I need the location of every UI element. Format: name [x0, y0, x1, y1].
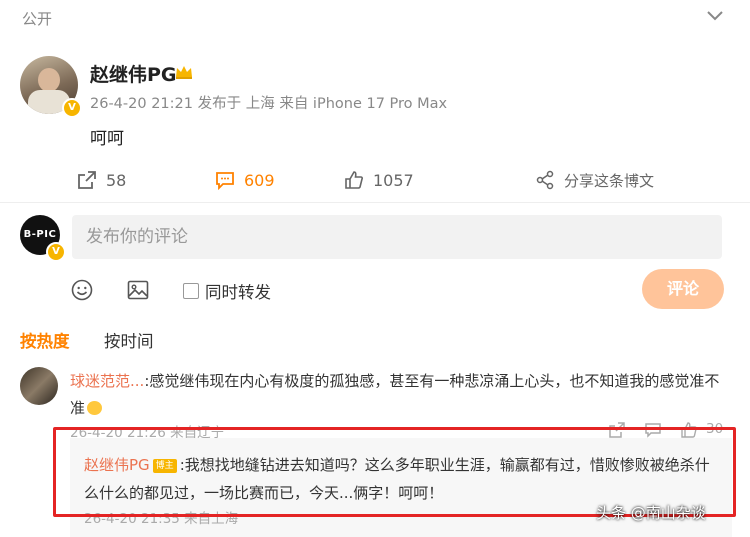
repost-button[interactable]: 58 — [76, 169, 126, 191]
verified-badge-icon: V — [46, 242, 66, 262]
repost-count: 58 — [106, 170, 127, 190]
comment-icon — [216, 172, 234, 191]
post-content: 呵呵 — [90, 129, 124, 149]
visibility-label: 公开 — [22, 10, 53, 28]
sweat-emoji-icon — [87, 401, 103, 415]
crown-icon — [176, 66, 192, 79]
emoji-icon[interactable] — [70, 278, 94, 302]
comment-text-block: 球迷范范...:感觉继伟现在内心有极度的孤独感，甚至有一种悲凉涌上心头，也不知道… — [70, 368, 730, 422]
comment-text: :感觉继伟现在内心有极度的孤独感，甚至有一种悲凉涌上心头，也不知道我的感觉准不准 — [70, 372, 720, 417]
chevron-down-icon[interactable] — [706, 10, 724, 22]
comment-input-box[interactable] — [72, 215, 722, 259]
repost-checkbox[interactable] — [183, 283, 199, 299]
image-icon[interactable] — [126, 278, 150, 302]
comment-button[interactable]: 609 — [214, 169, 275, 191]
post-meta: 26-4-20 21:21 发布于 上海 来自 iPhone 17 Pro Ma… — [90, 96, 448, 112]
repost-option-label: 同时转发 — [205, 283, 271, 302]
comment-input[interactable] — [72, 215, 722, 259]
sort-by-hot-tab[interactable]: 按热度 — [20, 328, 70, 352]
repost-checkbox-label[interactable]: 同时转发 — [183, 279, 271, 303]
sort-by-time-tab[interactable]: 按时间 — [104, 328, 154, 352]
submit-comment-button[interactable]: 评论 — [642, 269, 724, 309]
commenter-name[interactable]: 球迷范范... — [70, 372, 144, 390]
share-icon — [536, 170, 554, 190]
share-button[interactable]: 分享这条博文 — [534, 169, 654, 191]
like-count: 1057 — [373, 170, 414, 190]
comment-count: 609 — [244, 170, 275, 190]
share-label: 分享这条博文 — [564, 171, 655, 190]
divider — [0, 202, 750, 203]
author-name[interactable]: 赵继伟PG — [90, 60, 177, 87]
repost-icon — [78, 171, 96, 189]
watermark: 头条 @南山杂谈 — [596, 504, 706, 522]
verified-badge-icon: V — [62, 98, 82, 118]
like-button[interactable]: 1057 — [343, 169, 414, 191]
commenter-avatar[interactable] — [20, 367, 58, 405]
thumbs-up-icon — [345, 171, 363, 189]
